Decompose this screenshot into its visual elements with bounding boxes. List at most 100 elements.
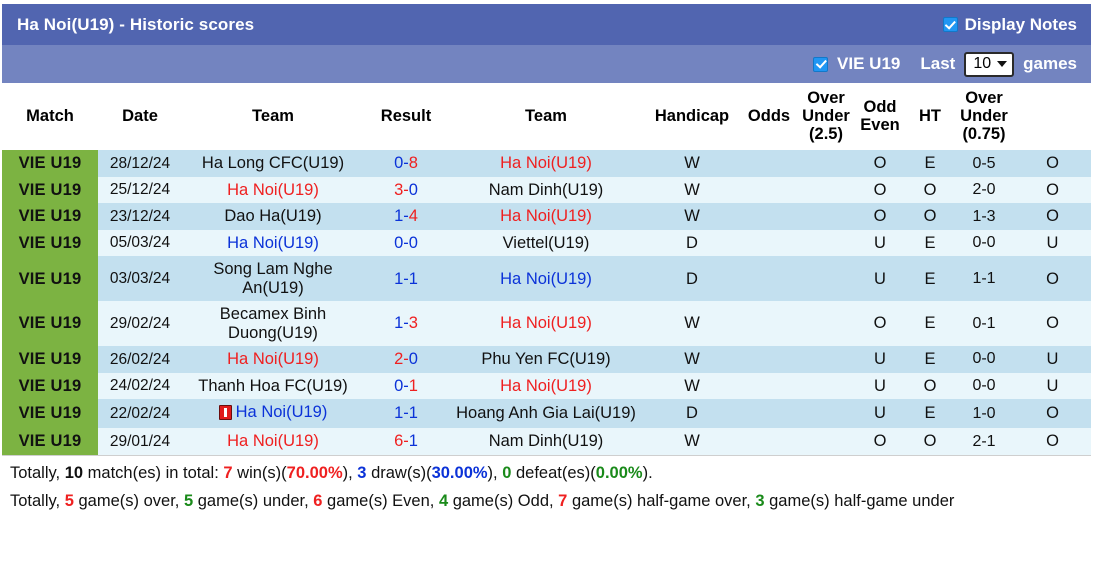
cell-away-team[interactable]: Viettel(U19)	[448, 230, 644, 256]
cell-home-team[interactable]: Ha Noi(U19)	[182, 230, 364, 256]
cell-match[interactable]: VIE U19	[2, 399, 98, 428]
cell-away-team[interactable]: Ha Noi(U19)	[448, 203, 644, 229]
col-ht[interactable]: HT	[906, 83, 954, 150]
cell-result-indicator: W	[644, 373, 740, 399]
table-row[interactable]: VIE U1922/02/24Ha Noi(U19)1-1Hoang Anh G…	[2, 399, 1091, 428]
summary-mid-2: ),	[343, 464, 358, 482]
col-odds[interactable]: Odds	[740, 83, 798, 150]
cell-halftime-score: 0-5	[954, 150, 1014, 176]
col-over-under-25-line2: Under	[802, 107, 850, 125]
result-away-score: 1	[409, 377, 418, 395]
cell-handicap	[740, 230, 798, 256]
col-team-home[interactable]: Team	[182, 83, 364, 150]
title-bar: Ha Noi(U19) - Historic scores Display No…	[2, 4, 1091, 45]
cell-over-under-25: U	[854, 373, 906, 399]
table-row[interactable]: VIE U1929/01/24Ha Noi(U19)6-1Nam Dinh(U1…	[2, 428, 1091, 454]
col-date[interactable]: Date	[98, 83, 182, 150]
cell-result[interactable]: 1-1	[364, 399, 448, 428]
cell-result[interactable]: 0-0	[364, 230, 448, 256]
cell-home-team[interactable]: Song Lam Nghe An(U19)	[182, 256, 364, 301]
table-row[interactable]: VIE U1923/12/24Dao Ha(U19)1-4Ha Noi(U19)…	[2, 203, 1091, 229]
cell-result[interactable]: 1-1	[364, 256, 448, 301]
cell-handicap	[740, 203, 798, 229]
cell-over-under-075: O	[1014, 150, 1091, 176]
historic-scores-table: Match Date Team Result Team Handicap Odd…	[2, 83, 1091, 455]
cell-over-under-25: U	[854, 399, 906, 428]
cell-odd-even: E	[906, 150, 954, 176]
cell-match[interactable]: VIE U19	[2, 177, 98, 203]
cell-home-team[interactable]: Ha Noi(U19)	[182, 399, 364, 428]
cell-result[interactable]: 1-4	[364, 203, 448, 229]
cell-result-indicator: W	[644, 150, 740, 176]
cell-result-indicator: W	[644, 177, 740, 203]
cell-date: 28/12/24	[98, 150, 182, 176]
cell-home-team[interactable]: Ha Noi(U19)	[182, 177, 364, 203]
cell-match[interactable]: VIE U19	[2, 150, 98, 176]
display-notes-checkbox[interactable]	[943, 17, 958, 32]
result-home-score: 0	[394, 154, 403, 172]
cell-away-team[interactable]: Hoang Anh Gia Lai(U19)	[448, 399, 644, 428]
cell-home-team[interactable]: Ha Noi(U19)	[182, 428, 364, 454]
table-row[interactable]: VIE U1903/03/24Song Lam Nghe An(U19)1-1H…	[2, 256, 1091, 301]
col-over-under-25[interactable]: Over Under (2.5)	[798, 83, 854, 150]
cell-odd-even: O	[906, 177, 954, 203]
cell-home-team[interactable]: Dao Ha(U19)	[182, 203, 364, 229]
cell-match[interactable]: VIE U19	[2, 203, 98, 229]
games-count-select[interactable]: 10	[964, 52, 1014, 77]
col-odd-even[interactable]: Odd Even	[854, 83, 906, 150]
cell-result[interactable]: 0-1	[364, 373, 448, 399]
cell-away-team[interactable]: Phu Yen FC(U19)	[448, 346, 644, 372]
col-team-away[interactable]: Team	[448, 83, 644, 150]
cell-result[interactable]: 2-0	[364, 346, 448, 372]
table-header-row: Match Date Team Result Team Handicap Odd…	[2, 83, 1091, 150]
cell-result[interactable]: 6-1	[364, 428, 448, 454]
table-row[interactable]: VIE U1905/03/24Ha Noi(U19)0-0Viettel(U19…	[2, 230, 1091, 256]
summary-prefix: Totally,	[10, 464, 65, 482]
col-handicap[interactable]: Handicap	[644, 83, 740, 150]
cell-match[interactable]: VIE U19	[2, 373, 98, 399]
cell-result[interactable]: 1-3	[364, 301, 448, 346]
display-notes-control[interactable]: Display Notes	[943, 15, 1077, 35]
away-team-name: Ha Noi(U19)	[500, 154, 592, 172]
cell-over-under-25: U	[854, 256, 906, 301]
cell-away-team[interactable]: Nam Dinh(U19)	[448, 428, 644, 454]
table-row[interactable]: VIE U1924/02/24Thanh Hoa FC(U19)0-1Ha No…	[2, 373, 1091, 399]
cell-match[interactable]: VIE U19	[2, 428, 98, 454]
cell-handicap	[740, 346, 798, 372]
cell-away-team[interactable]: Ha Noi(U19)	[448, 150, 644, 176]
col-result[interactable]: Result	[364, 83, 448, 150]
cell-match[interactable]: VIE U19	[2, 256, 98, 301]
summary-half-over-count: 7	[558, 492, 567, 510]
result-away-score: 0	[409, 350, 418, 368]
table-row[interactable]: VIE U1925/12/24Ha Noi(U19)3-0Nam Dinh(U1…	[2, 177, 1091, 203]
cell-match[interactable]: VIE U19	[2, 230, 98, 256]
cell-match[interactable]: VIE U19	[2, 301, 98, 346]
cell-home-team[interactable]: Ha Noi(U19)	[182, 346, 364, 372]
cell-home-team[interactable]: Thanh Hoa FC(U19)	[182, 373, 364, 399]
cell-home-team[interactable]: Becamex Binh Duong(U19)	[182, 301, 364, 346]
cell-odds	[798, 428, 854, 454]
cell-away-team[interactable]: Nam Dinh(U19)	[448, 177, 644, 203]
cell-result[interactable]: 3-0	[364, 177, 448, 203]
away-team-name: Hoang Anh Gia Lai(U19)	[456, 404, 636, 422]
result-home-score: 6	[394, 432, 403, 450]
col-match[interactable]: Match	[2, 83, 98, 150]
league-filter-checkbox[interactable]	[813, 57, 828, 72]
table-row[interactable]: VIE U1928/12/24Ha Long CFC(U19)0-8 Ha Noi…	[2, 150, 1091, 176]
cell-result[interactable]: 0-8	[364, 150, 448, 176]
summary-suffix: ).	[643, 464, 653, 482]
cell-odds	[798, 373, 854, 399]
col-odd-even-line2: Even	[860, 116, 899, 134]
cell-match[interactable]: VIE U19	[2, 346, 98, 372]
cell-result-indicator: W	[644, 346, 740, 372]
cell-date: 05/03/24	[98, 230, 182, 256]
cell-home-team[interactable]: Ha Long CFC(U19)	[182, 150, 364, 176]
cell-away-team[interactable]: Ha Noi(U19)	[448, 373, 644, 399]
table-row[interactable]: VIE U1929/02/24Becamex Binh Duong(U19)1-…	[2, 301, 1091, 346]
cell-away-team[interactable]: Ha Noi(U19)	[448, 256, 644, 301]
col-over-under-075[interactable]: Over Under (0.75)	[954, 83, 1014, 150]
summary-wins-word: win(s)(	[233, 464, 287, 482]
table-row[interactable]: VIE U1926/02/24Ha Noi(U19)2-0Phu Yen FC(…	[2, 346, 1091, 372]
summary-section: Totally, 10 match(es) in total: 7 win(s)…	[2, 455, 1091, 524]
cell-away-team[interactable]: Ha Noi(U19)	[448, 301, 644, 346]
